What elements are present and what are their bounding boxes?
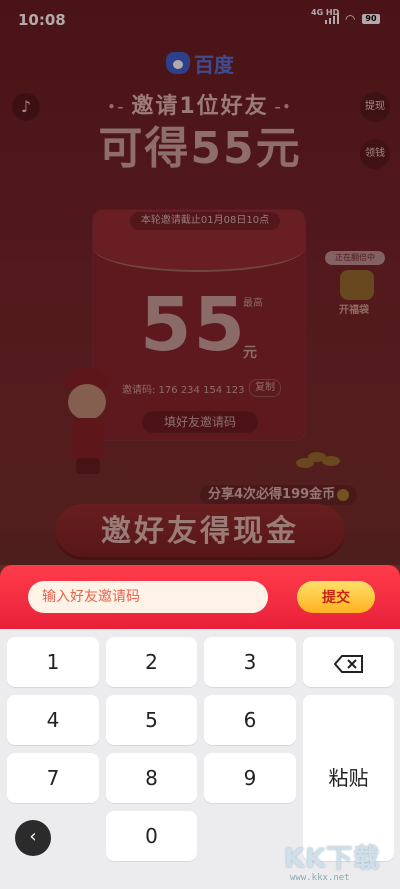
key-0[interactable]: 0 <box>106 811 197 861</box>
backspace-key[interactable] <box>303 637 394 687</box>
key-1[interactable]: 1 <box>7 637 99 687</box>
backspace-icon <box>333 654 364 673</box>
key-3[interactable]: 3 <box>204 637 296 687</box>
back-arrow-icon[interactable]: ‹ <box>15 820 51 856</box>
paste-key[interactable]: 粘贴 <box>303 695 394 861</box>
submit-button[interactable]: 提交 <box>297 581 375 613</box>
key-5[interactable]: 5 <box>106 695 197 745</box>
key-2[interactable]: 2 <box>106 637 197 687</box>
key-6[interactable]: 6 <box>204 695 296 745</box>
modal-overlay[interactable] <box>0 0 400 565</box>
invite-code-input[interactable] <box>28 581 268 613</box>
watermark-url: www.kkx.net <box>290 873 350 883</box>
watermark: KK下载 www.kkx.net <box>284 838 394 886</box>
key-7[interactable]: 7 <box>7 753 99 803</box>
watermark-logo: KK下载 <box>284 844 381 874</box>
key-4[interactable]: 4 <box>7 695 99 745</box>
key-8[interactable]: 8 <box>106 753 197 803</box>
invite-code-input-bar: 提交 <box>0 565 400 629</box>
key-9[interactable]: 9 <box>204 753 296 803</box>
